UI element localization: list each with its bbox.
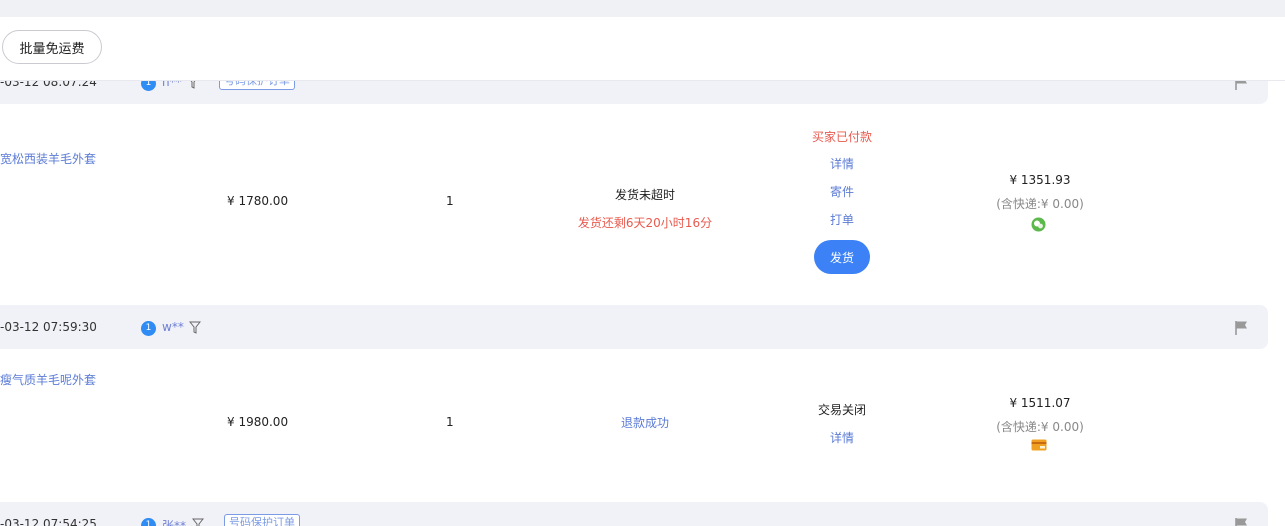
buyer-name[interactable]: w** <box>162 320 184 334</box>
buyer-avatar-icon: 1 <box>141 321 156 336</box>
order-header: -03-12 07:54:25 1 张** 号码保护订单 <box>0 502 1268 526</box>
filter-icon[interactable] <box>192 518 204 526</box>
order-time: -03-12 07:59:30 <box>0 320 97 334</box>
order-status: 交易关闭 <box>817 403 866 417</box>
flag-icon[interactable] <box>1234 517 1248 526</box>
product-title[interactable]: 瘦气质羊毛呢外套 <box>0 371 96 388</box>
batch-free-shipping-button[interactable]: 批量免运费 <box>2 30 102 64</box>
shipping-fee-note: (含快递:¥ 0.00) <box>996 420 1084 434</box>
shipping-status: 发货未超时 <box>614 188 675 202</box>
ship-button[interactable]: 发货 <box>814 240 870 274</box>
toolbar: 批量免运费 <box>0 17 1285 81</box>
filter-icon[interactable] <box>189 321 201 334</box>
order-header: -03-12 07:59:30 1 w** <box>0 305 1268 349</box>
refund-status-link[interactable]: 退款成功 <box>580 414 710 431</box>
detail-link[interactable]: 详情 <box>802 155 882 172</box>
top-band <box>0 0 1285 17</box>
order-card: -03-12 07:59:30 1 w** 瘦气质羊毛呢外套 ¥ 1980.00… <box>0 305 1285 502</box>
flag-icon[interactable] <box>1234 320 1248 336</box>
wechat-pay-icon <box>1031 217 1046 232</box>
shipping-fee-note: (含快递:¥ 0.00) <box>996 197 1084 211</box>
buyer-avatar-icon: 1 <box>141 518 156 526</box>
order-amount: ¥ 1511.07 <box>1009 396 1071 410</box>
card-pay-icon <box>1031 439 1047 451</box>
quantity: 1 <box>446 415 454 429</box>
unit-price: ¥ 1980.00 <box>227 415 289 429</box>
order-amount: ¥ 1351.93 <box>1009 173 1071 187</box>
unit-price: ¥ 1780.00 <box>227 194 289 208</box>
send-package-link[interactable]: 寄件 <box>802 183 882 200</box>
product-title[interactable]: 宽松西装羊毛外套 <box>0 150 96 167</box>
order-card: -03-12 07:54:25 1 张** 号码保护订单 <box>0 502 1285 526</box>
order-time: -03-12 07:54:25 <box>0 517 97 526</box>
quantity: 1 <box>446 194 454 208</box>
order-status: 买家已付款 <box>811 130 872 144</box>
number-protection-tag: 号码保护订单 <box>224 514 300 526</box>
shipping-remaining-time: 发货还剩6天20小时16分 <box>577 216 713 230</box>
buyer-name[interactable]: 张** <box>162 517 186 526</box>
detail-link[interactable]: 详情 <box>802 429 882 446</box>
order-card: -03-12 08:07:24 1 h** 号码保护订单 宽松西装羊毛外套 ¥ … <box>0 60 1285 305</box>
print-label-link[interactable]: 打单 <box>802 211 882 228</box>
